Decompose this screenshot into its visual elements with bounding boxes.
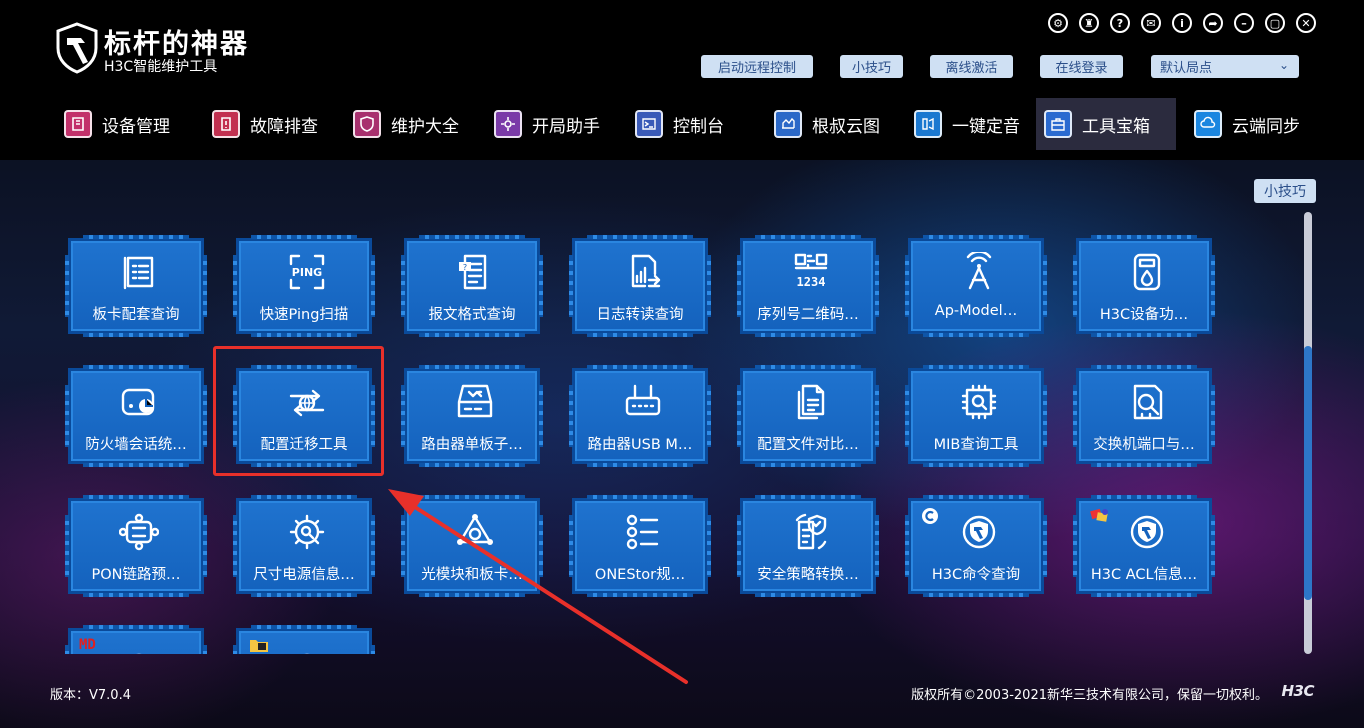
tool-label: 序列号二维码… <box>757 307 859 323</box>
ping-scan-icon: PING <box>287 251 327 293</box>
qr-code-icon: 1234 <box>791 251 831 293</box>
tool-tile[interactable]: MIB查询工具 <box>905 365 1047 467</box>
tool-label: 安全策略转换… <box>757 567 859 583</box>
scrollbar[interactable] <box>1304 212 1312 654</box>
optical-module-icon <box>455 511 495 553</box>
security-policy-icon <box>791 511 831 553</box>
tool-label: 日志转读查询 <box>596 307 684 323</box>
file-compare-icon <box>791 381 831 423</box>
tool-label: ONEStor规… <box>594 567 686 583</box>
tool-label: 报文格式查询 <box>428 307 516 323</box>
tool-tile[interactable]: 路由器USB M… <box>569 365 711 467</box>
tool-tile[interactable]: 配置文件对比… <box>737 365 879 467</box>
tool-tile[interactable]: 安全策略转换… <box>737 495 879 597</box>
tool-label: 板卡配套查询 <box>92 307 180 323</box>
tool-tile[interactable]: H3C命令查询 <box>905 495 1047 597</box>
h3c-logo-icon <box>287 641 327 654</box>
tool-label: 尺寸电源信息… <box>253 567 355 583</box>
tool-label: 路由器单板子… <box>421 437 523 453</box>
document-query-icon: ? <box>455 251 495 293</box>
list-icon <box>119 251 159 293</box>
tool-tile[interactable]: PON链路预… <box>65 495 207 597</box>
h3c-brand-logo: H3C <box>1281 682 1315 700</box>
tool-tile[interactable]: 交换机端口与… <box>1073 365 1215 467</box>
c-badge-icon <box>921 507 939 524</box>
tool-label: 快速Ping扫描 <box>259 307 349 323</box>
h3c-command-icon <box>959 511 999 553</box>
tool-label: H3C设备功… <box>1099 307 1189 323</box>
tool-tile[interactable]: 光模块和板卡… <box>401 495 543 597</box>
onestor-list-icon <box>623 511 663 553</box>
tool-label: 光模块和板卡… <box>421 567 523 583</box>
version-text: 版本：V7.0.4 <box>50 688 131 703</box>
gear-search-icon <box>287 511 327 553</box>
tool-label: H3C命令查询 <box>931 567 1021 583</box>
tool-label: MIB查询工具 <box>933 437 1019 453</box>
tool-label: 路由器USB M… <box>587 437 693 453</box>
svg-text:1234: 1234 <box>797 275 826 289</box>
svg-text:?: ? <box>463 263 467 272</box>
tool-tile[interactable]: ? 报文格式查询 <box>401 235 543 337</box>
tool-tile[interactable]: 板卡配套查询 <box>65 235 207 337</box>
h3c-acl-icon <box>1127 511 1167 553</box>
tool-label: PON链路预… <box>91 567 181 583</box>
router-board-icon <box>455 381 495 423</box>
tool-tile[interactable]: 1234 序列号二维码… <box>737 235 879 337</box>
tool-tile[interactable]: PING 快速Ping扫描 <box>233 235 375 337</box>
copyright-text: 版权所有©2003-2021新华三技术有限公司，保留一切权利。 <box>911 688 1268 703</box>
tool-tile[interactable]: MD <box>65 625 207 654</box>
device-power-icon <box>1127 251 1167 293</box>
folder-badge-icon <box>249 637 268 653</box>
tool-grid: 板卡配套查询 PING 快速Ping扫描? 报文格式查询 日志转读查询 1234 序列号二维… <box>0 0 1364 654</box>
tool-label: 交换机端口与… <box>1093 437 1195 453</box>
tool-label: 防火墙会话统… <box>85 437 187 453</box>
log-icon <box>623 251 663 293</box>
scrollbar-thumb[interactable] <box>1304 346 1312 600</box>
router-usb-icon <box>623 381 663 423</box>
tool-label: 配置文件对比… <box>757 437 859 453</box>
md-badge: MD <box>79 637 96 653</box>
antenna-icon <box>959 251 999 293</box>
tool-tile[interactable]: 日志转读查询 <box>569 235 711 337</box>
tool-tile[interactable] <box>233 625 375 654</box>
tool-tile[interactable]: 防火墙会话统… <box>65 365 207 467</box>
tool-tile[interactable]: H3C ACL信息… <box>1073 495 1215 597</box>
tool-tile[interactable]: Ap-Model… <box>905 235 1047 337</box>
h3c-logo-icon <box>119 641 159 654</box>
pon-link-icon <box>119 511 159 553</box>
mib-chip-icon <box>959 381 999 423</box>
tool-tile[interactable]: H3C设备功… <box>1073 235 1215 337</box>
tool-tile[interactable]: 尺寸电源信息… <box>233 495 375 597</box>
firewall-chart-icon <box>119 381 159 423</box>
tool-label: Ap-Model… <box>934 303 1018 319</box>
tool-tile[interactable]: 路由器单板子… <box>401 365 543 467</box>
tool-label: H3C ACL信息… <box>1090 567 1198 583</box>
tool-tile[interactable]: ONEStor规… <box>569 495 711 597</box>
svg-text:PING: PING <box>292 266 322 279</box>
switch-port-icon <box>1127 381 1167 423</box>
highlight-box <box>213 346 384 476</box>
acl-badge-icon <box>1089 507 1108 523</box>
